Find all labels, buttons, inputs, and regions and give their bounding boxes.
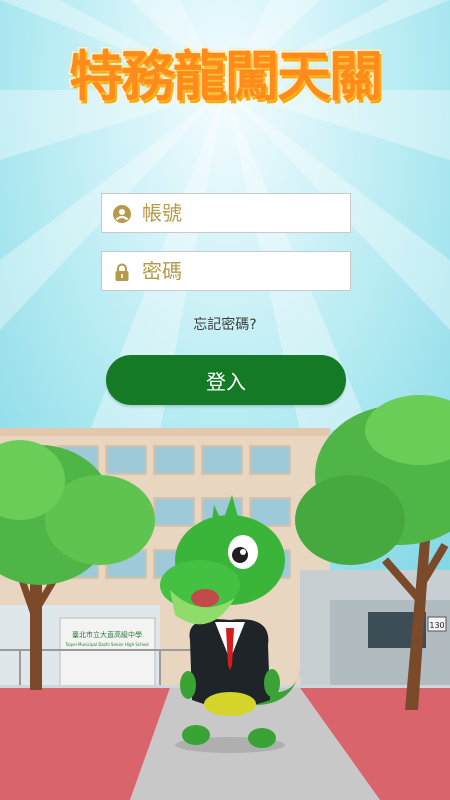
school-sign-english-text: Taipei Municipal Dazhi Senior High Schoo…: [64, 642, 148, 647]
user-icon: [113, 205, 131, 223]
username-input[interactable]: [142, 194, 342, 232]
password-input[interactable]: [142, 252, 342, 290]
login-button[interactable]: 登入: [106, 355, 346, 405]
password-field[interactable]: [101, 251, 351, 291]
house-number: 130: [429, 621, 444, 630]
forgot-password-link[interactable]: 忘記密碼?: [0, 314, 450, 334]
app-title: 特務龍闖天關: [68, 44, 385, 110]
login-screen: 臺北市立大直高級中學 Taipei Municipal Dazhi Senior…: [0, 0, 450, 800]
school-sign-text: 臺北市立大直高級中學: [72, 630, 142, 639]
lock-icon: [115, 263, 129, 281]
username-field[interactable]: [101, 193, 351, 233]
